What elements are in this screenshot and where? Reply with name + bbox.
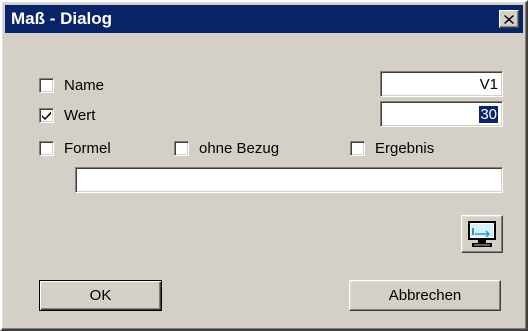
close-button[interactable] xyxy=(499,10,519,28)
wert-checkbox[interactable] xyxy=(39,107,54,123)
cancel-label: Abbrechen xyxy=(388,287,462,304)
preview-button[interactable] xyxy=(461,215,503,253)
close-icon xyxy=(504,14,514,24)
formel-option[interactable]: Formel xyxy=(39,138,111,158)
ohne-bezug-checkbox[interactable] xyxy=(174,140,189,156)
ergebnis-option[interactable]: Ergebnis xyxy=(350,138,434,158)
title-bar[interactable]: Maß - Dialog xyxy=(5,5,523,33)
formel-label: Formel xyxy=(64,139,111,157)
wert-input[interactable]: 30 xyxy=(380,101,503,127)
formel-checkbox[interactable] xyxy=(39,140,54,156)
name-checkbox[interactable] xyxy=(39,77,54,93)
name-option[interactable]: Name xyxy=(39,75,104,95)
name-input[interactable]: V1 xyxy=(380,71,503,97)
name-value: V1 xyxy=(479,75,498,93)
monitor-icon xyxy=(468,221,496,247)
checkmark-icon xyxy=(42,111,51,120)
ohne-bezug-label: ohne Bezug xyxy=(199,139,280,157)
cancel-button[interactable]: Abbrechen xyxy=(349,280,501,311)
ergebnis-label: Ergebnis xyxy=(375,139,435,157)
ergebnis-checkbox[interactable] xyxy=(350,140,365,156)
window-title: Maß - Dialog xyxy=(11,9,113,28)
wert-value: 30 xyxy=(479,105,498,123)
wert-label: Wert xyxy=(64,106,96,124)
name-label: Name xyxy=(64,76,105,94)
ok-label: OK xyxy=(89,287,112,304)
ok-button[interactable]: OK xyxy=(39,280,162,311)
formula-input[interactable] xyxy=(75,167,503,193)
dialog-window: Maß - Dialog Name V1 Wert 30 Formel ohne… xyxy=(0,0,528,331)
wert-option[interactable]: Wert xyxy=(39,105,95,125)
ohne-bezug-option[interactable]: ohne Bezug xyxy=(174,138,279,158)
